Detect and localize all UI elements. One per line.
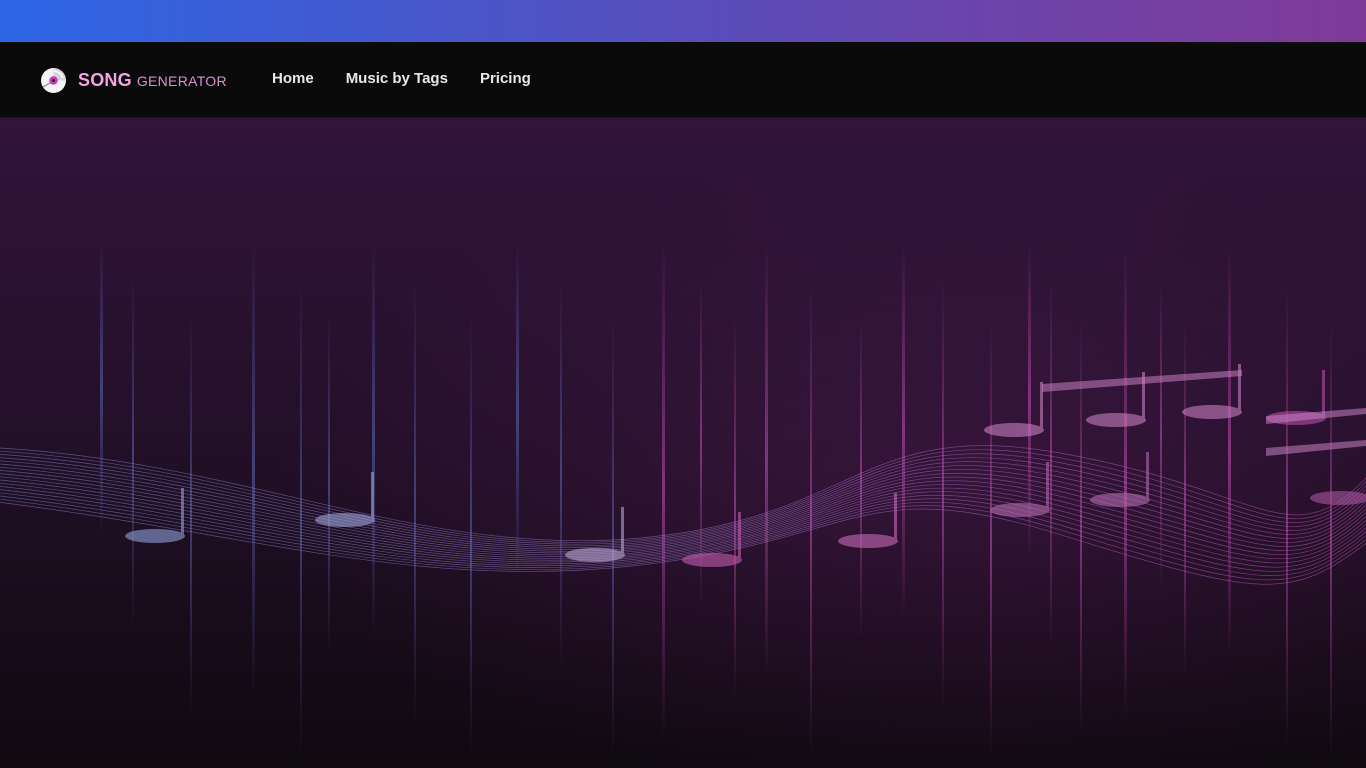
- light-streak: [1330, 321, 1332, 758]
- light-streak: [516, 241, 519, 578]
- light-streak: [132, 275, 134, 628]
- light-streak: [372, 240, 375, 638]
- light-streak: [1228, 247, 1231, 658]
- light-streak: [942, 281, 944, 708]
- light-streak: [414, 277, 416, 728]
- light-streak: [252, 239, 255, 698]
- light-streak: [860, 317, 862, 638]
- light-streak: [662, 242, 665, 738]
- nav-music-by-tags-link[interactable]: Music by Tags: [346, 70, 448, 87]
- light-streak: [734, 316, 736, 698]
- top-gradient-bar: [0, 0, 1366, 42]
- brand-name-light: GENERATOR: [136, 73, 227, 89]
- light-streak: [612, 315, 614, 758]
- nav-pricing-link[interactable]: Pricing: [480, 70, 531, 87]
- vinyl-disc-icon: [40, 67, 67, 94]
- light-streak: [1286, 284, 1288, 748]
- brand-logo-link[interactable]: SONG GENERATOR: [40, 66, 227, 94]
- light-streak: [560, 278, 562, 668]
- brand-name-strong: SONG: [78, 69, 132, 90]
- hero-section: [0, 118, 1366, 768]
- light-streak: [902, 244, 905, 618]
- light-streak: [765, 243, 768, 678]
- navbar: SONG GENERATOR Home Music by Tags Pricin…: [0, 42, 1366, 118]
- light-streak: [470, 314, 472, 758]
- main-nav: Home Music by Tags Pricing: [272, 70, 531, 87]
- light-streak: [328, 313, 330, 658]
- nav-home-link[interactable]: Home: [272, 70, 314, 87]
- music-notes-wave-illustration: [0, 118, 1366, 768]
- light-streak: [1050, 282, 1052, 648]
- light-streak: [990, 318, 992, 758]
- light-streak: [1160, 283, 1162, 588]
